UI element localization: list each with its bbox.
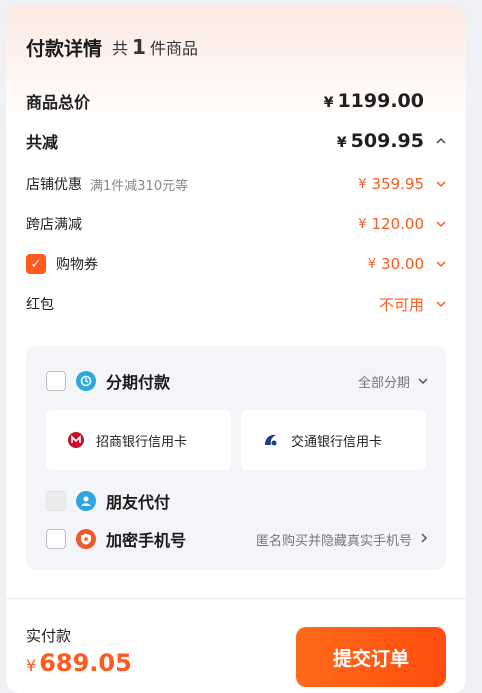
discount-item-redpacket[interactable]: 红包 不可用 [26, 292, 446, 316]
encrypted-phone-label: 加密手机号 [106, 531, 187, 550]
encrypted-phone-row[interactable]: 加密手机号 匿名购买并隐藏真实手机号 [46, 526, 428, 552]
bank-option-bocom[interactable]: 交通银行信用卡 [241, 410, 426, 470]
bank-option-label: 交通银行信用卡 [291, 434, 383, 450]
friend-pay-row: 朋友代付 [46, 488, 428, 514]
discount-item-label: 红包 [26, 297, 54, 313]
item-count-number: 1 [132, 35, 146, 59]
pay-amount: ¥ 689.05 [26, 649, 132, 677]
coupon-checkbox[interactable]: ✓ [26, 254, 46, 274]
friend-pay-icon [76, 491, 96, 511]
phone-shield-icon [76, 529, 96, 549]
chevron-up-icon[interactable] [424, 134, 446, 148]
header: 付款详情 共 1 件商品 [26, 32, 446, 62]
discount-item-amount: ¥ 120.00 [358, 215, 424, 233]
bank-option-label: 招商银行信用卡 [96, 434, 188, 450]
page-title: 付款详情 [26, 37, 103, 60]
encrypted-phone-checkbox[interactable] [46, 529, 66, 549]
checkout-footer: 实付款 ¥ 689.05 提交订单 [6, 598, 466, 693]
discount-item-label: 店铺优惠 [26, 177, 82, 193]
discount-item-note: 满1件减310元等 [90, 178, 189, 194]
discount-total-label: 共减 [26, 133, 59, 152]
discount-item-coupon[interactable]: ✓ 购物券 ¥ 30.00 [26, 252, 446, 276]
item-count: 共 1 件商品 [112, 35, 198, 59]
chevron-right-icon [420, 532, 428, 546]
friend-pay-label: 朋友代付 [106, 493, 171, 512]
installment-checkbox[interactable] [46, 371, 66, 391]
installment-select[interactable]: 全部分期 [358, 372, 428, 391]
discount-item-label: 购物券 [56, 257, 98, 273]
payment-methods-panel: 分期付款 全部分期 招商银行信用卡 交通银行信用卡 朋友代付 加密手机号 匿名购… [26, 346, 446, 570]
cmb-bank-icon [66, 430, 86, 450]
installment-label: 分期付款 [106, 373, 171, 392]
item-count-suffix: 件商品 [149, 39, 198, 58]
discount-total-row[interactable]: 共减 ¥ 509.95 [26, 128, 446, 154]
installment-row[interactable]: 分期付款 全部分期 [46, 368, 428, 394]
payment-details-card: 付款详情 共 1 件商品 商品总价 ¥ 1199.00 ^ 共减 ¥ 509.9… [6, 6, 466, 693]
chevron-down-icon[interactable] [424, 177, 446, 191]
installment-icon [76, 371, 96, 391]
total-price-amount: ¥ 1199.00 [323, 90, 424, 112]
chevron-down-icon[interactable] [424, 297, 446, 311]
pay-amount-label: 实付款 [26, 627, 72, 645]
discount-item-amount: ¥ 359.95 [358, 175, 424, 193]
encrypted-phone-link[interactable]: 匿名购买并隐藏真实手机号 [256, 530, 428, 549]
submit-order-button[interactable]: 提交订单 [296, 627, 446, 687]
bank-option-cmb[interactable]: 招商银行信用卡 [46, 410, 231, 470]
discount-item-amount: 不可用 [378, 295, 424, 314]
discount-item-crossstore[interactable]: 跨店满减 ¥ 120.00 [26, 212, 446, 236]
bocom-bank-icon [261, 430, 281, 450]
chevron-down-icon[interactable] [424, 257, 446, 271]
chevron-down-icon [418, 374, 428, 388]
total-price-row: 商品总价 ¥ 1199.00 ^ [26, 88, 446, 114]
chevron-down-icon[interactable] [424, 217, 446, 231]
discount-item-amount: ¥ 30.00 [367, 255, 424, 273]
total-price-label: 商品总价 [26, 93, 91, 112]
item-count-prefix: 共 [112, 39, 129, 58]
discount-item-label: 跨店满减 [26, 217, 82, 233]
discount-item-store[interactable]: 店铺优惠 满1件减310元等 ¥ 359.95 [26, 172, 446, 196]
discount-total-amount: ¥ 509.95 [336, 130, 424, 152]
friend-pay-checkbox [46, 491, 66, 511]
